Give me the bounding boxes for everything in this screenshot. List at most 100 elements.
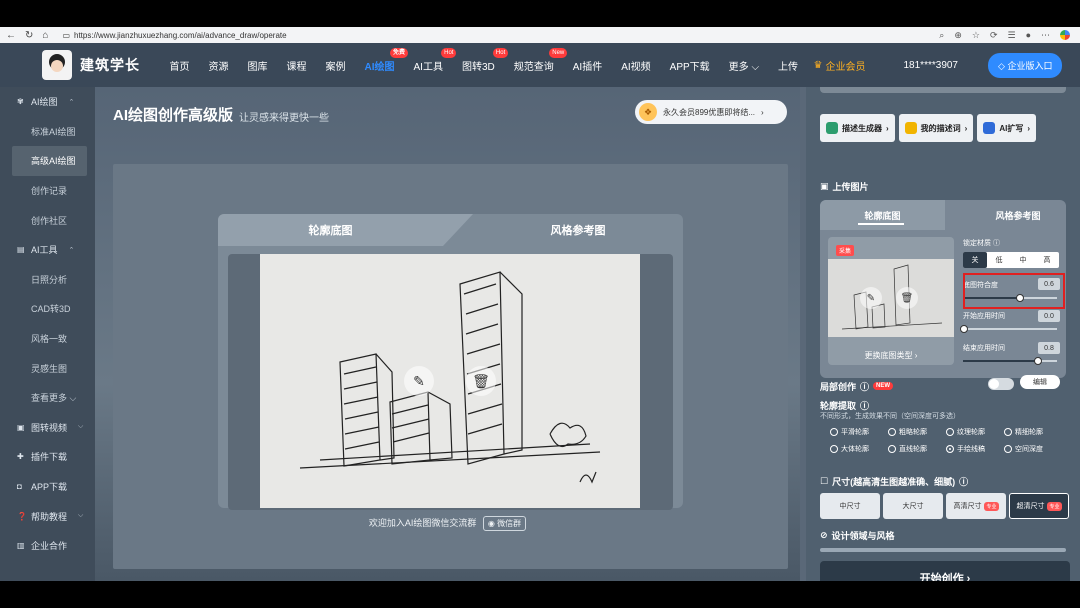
nav-item[interactable]: AI工具 Hot: [404, 47, 457, 73]
outline-option[interactable]: 纹理轮廓: [946, 427, 1004, 437]
logo[interactable]: 建筑学长: [42, 50, 140, 80]
sidebar-item[interactable]: ▤ AI工具 ⌃: [0, 235, 95, 265]
nav-item[interactable]: AI插件: [563, 58, 611, 73]
tab-style-small[interactable]: 风格参考图: [970, 200, 1066, 230]
edit-icon[interactable]: ✎: [404, 366, 434, 396]
sidebar-item[interactable]: ✚ 插件下载: [0, 442, 95, 472]
extension-icon[interactable]: ⟳: [990, 30, 998, 41]
prompt-tool-chip[interactable]: 我的描述词 ›: [898, 114, 974, 142]
nav-item[interactable]: 课程: [277, 58, 316, 73]
back-icon[interactable]: ←: [6, 30, 16, 41]
outline-thumbnail[interactable]: 采集 ✎ 🗑 更换底图类型 ›: [828, 237, 954, 365]
sidebar-item[interactable]: ▣ 图转视频 ⌵: [0, 413, 95, 443]
thumb-edit-icon[interactable]: ✎: [860, 287, 882, 309]
favorites-icon[interactable]: ☰: [1007, 30, 1015, 41]
sidebar-item[interactable]: ❓ 帮助教程 ⌵: [0, 501, 95, 531]
sidebar-item[interactable]: 创作社区: [0, 205, 95, 235]
sidebar-item[interactable]: 查看更多 ⌵: [0, 383, 95, 413]
nav-item[interactable]: 更多 ⌵: [719, 58, 768, 73]
outline-option[interactable]: 直线轮廓: [888, 444, 946, 454]
end-time-handle[interactable]: [1034, 357, 1042, 365]
outline-option[interactable]: 粗略轮廓: [888, 427, 946, 437]
outline-option[interactable]: 空间深度: [1004, 444, 1062, 454]
search-page-icon[interactable]: ⌕: [939, 30, 944, 41]
wechat-group-button[interactable]: ◉ 微信群: [482, 516, 527, 531]
outline-option[interactable]: 手绘线稿: [946, 444, 1004, 454]
start-time-slider[interactable]: [960, 325, 1057, 333]
more-icon[interactable]: ⋯: [1041, 30, 1050, 41]
profile-icon[interactable]: ●: [1026, 30, 1031, 41]
radio-button[interactable]: [888, 428, 896, 436]
chevron-icon[interactable]: ⌵: [78, 423, 83, 431]
tab-outline-small[interactable]: 轮廓底图: [820, 200, 945, 230]
home-icon[interactable]: ⌂: [42, 30, 48, 41]
local-creation-toggle[interactable]: [988, 378, 1014, 390]
size-info-icon[interactable]: ⓘ: [959, 475, 968, 488]
sidebar-item[interactable]: 灵感生图: [0, 353, 95, 383]
copilot-icon[interactable]: [1060, 29, 1070, 40]
end-time-value[interactable]: 0.8: [1038, 342, 1060, 354]
sidebar-item[interactable]: CAD转3D: [0, 294, 95, 324]
enterprise-vip-link[interactable]: ♛ 企业会员: [814, 58, 866, 73]
lock-option[interactable]: 低: [987, 252, 1011, 268]
enterprise-entry-button[interactable]: ◇ 企业版入口: [988, 52, 1063, 78]
nav-item[interactable]: 资源: [199, 58, 238, 73]
thumb-delete-icon[interactable]: 🗑: [896, 287, 918, 309]
chevron-icon[interactable]: ⌃: [69, 246, 75, 254]
sidebar-item[interactable]: 创作记录: [0, 176, 95, 206]
size-checkbox-icon[interactable]: ☐: [820, 476, 828, 487]
promo-banner[interactable]: ❖ 永久会员899优惠即将结... ›: [635, 100, 787, 124]
nav-item[interactable]: AI绘图 免费: [355, 47, 408, 73]
refresh-icon[interactable]: ↻: [25, 30, 33, 41]
sidebar-item[interactable]: 高级AI绘图: [12, 146, 87, 176]
start-time-value[interactable]: 0.0: [1038, 310, 1060, 322]
prompt-tool-chip[interactable]: 描述生成器 ›: [820, 114, 895, 142]
size-option[interactable]: 大尺寸: [883, 493, 943, 519]
outline-option[interactable]: 平滑轮廓: [830, 427, 888, 437]
end-time-slider[interactable]: [963, 357, 1057, 365]
nav-item[interactable]: 图库: [238, 58, 277, 73]
radio-button[interactable]: [946, 428, 954, 436]
local-info-icon[interactable]: ⓘ: [860, 380, 869, 393]
size-option[interactable]: 高清尺寸 专业: [946, 493, 1006, 519]
address-bar[interactable]: ▭ https://www.jianzhuxuezhang.com/ai/adv…: [62, 31, 286, 40]
radio-button[interactable]: [888, 445, 896, 453]
site-info-icon[interactable]: ▭: [62, 31, 70, 40]
lock-option[interactable]: 关: [963, 252, 987, 268]
nav-item[interactable]: 案例: [316, 58, 355, 73]
chevron-icon[interactable]: ⌃: [69, 98, 75, 106]
favorite-icon[interactable]: ☆: [972, 30, 980, 41]
nav-item[interactable]: APP下载: [660, 58, 719, 73]
size-option[interactable]: 超清尺寸 专业: [1009, 493, 1069, 519]
sidebar-item[interactable]: 风格一致: [0, 324, 95, 354]
outline-option[interactable]: 精细轮廓: [1004, 427, 1062, 437]
edit-button[interactable]: 编辑: [1020, 375, 1060, 389]
prompt-tool-chip[interactable]: AI扩写 ›: [977, 114, 1037, 142]
sidebar-item[interactable]: ✾ AI绘图 ⌃: [0, 87, 95, 117]
radio-button[interactable]: [830, 445, 838, 453]
radio-button[interactable]: [1004, 445, 1012, 453]
start-create-button[interactable]: 开始创作 ›: [820, 561, 1070, 581]
lock-option[interactable]: 中: [1011, 252, 1035, 268]
lock-option[interactable]: 高: [1035, 252, 1059, 268]
radio-button[interactable]: [830, 428, 838, 436]
sidebar-item[interactable]: ◘ APP下载: [0, 472, 95, 502]
tab-style-reference[interactable]: 风格参考图: [473, 214, 683, 246]
outline-option[interactable]: 大体轮廓: [830, 444, 888, 454]
change-type-link[interactable]: 更换底图类型 ›: [828, 350, 954, 361]
sidebar-item[interactable]: ▥ 企业合作: [0, 531, 95, 561]
sidebar-item[interactable]: 日照分析: [0, 265, 95, 295]
nav-item[interactable]: 首页: [160, 58, 199, 73]
delete-icon[interactable]: 🗑: [466, 366, 496, 396]
start-time-handle[interactable]: [960, 325, 968, 333]
sidebar-item[interactable]: 标准AI绘图: [0, 117, 95, 147]
radio-button[interactable]: [946, 445, 954, 453]
user-phone[interactable]: 181****3907: [904, 60, 959, 71]
radio-button[interactable]: [1004, 428, 1012, 436]
zoom-icon[interactable]: ⊕: [954, 30, 962, 41]
nav-item[interactable]: AI视频: [612, 58, 660, 73]
tab-outline[interactable]: 轮廓底图: [218, 214, 473, 246]
size-option[interactable]: 中尺寸: [820, 493, 880, 519]
chevron-icon[interactable]: ⌵: [78, 512, 83, 520]
nav-item[interactable]: 图转3D Hot: [452, 47, 509, 73]
